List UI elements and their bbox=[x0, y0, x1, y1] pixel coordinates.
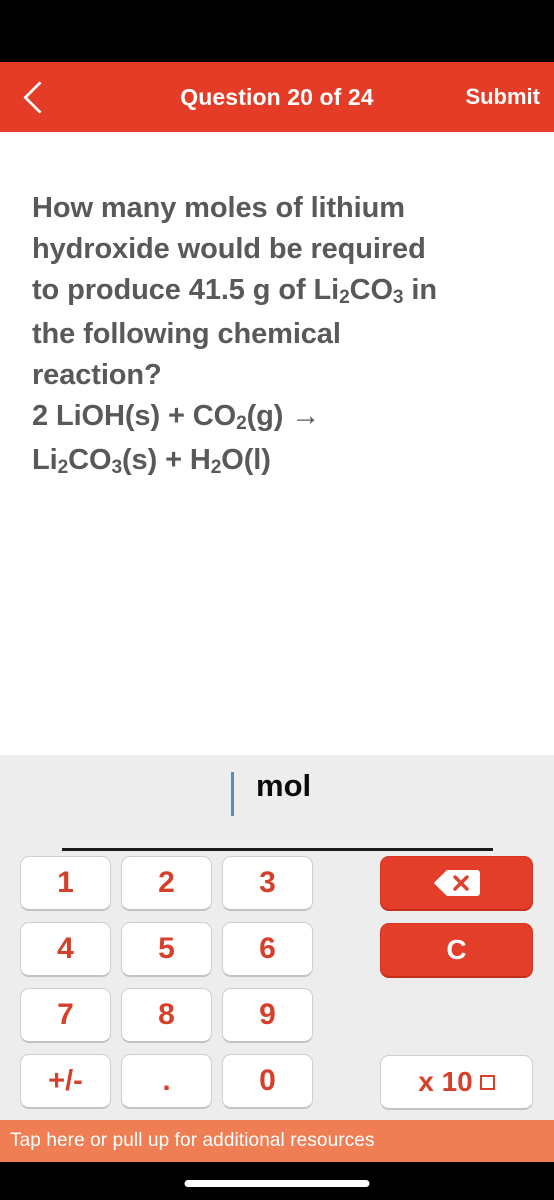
home-indicator-area bbox=[0, 1162, 554, 1200]
key-5[interactable]: 5 bbox=[121, 922, 212, 977]
app-screen: Question 20 of 24 Submit How many moles … bbox=[0, 0, 554, 1200]
answer-unit-label: mol bbox=[256, 768, 312, 803]
answer-underline bbox=[62, 848, 493, 851]
question-line-2: hydroxide would be required bbox=[32, 233, 426, 265]
additional-resources-bar[interactable]: Tap here or pull up for additional resou… bbox=[0, 1120, 554, 1162]
question-line-4: the following chemical bbox=[32, 318, 341, 350]
key-plus-minus[interactable]: +/- bbox=[20, 1054, 111, 1109]
key-7[interactable]: 7 bbox=[20, 988, 111, 1043]
exponent-placeholder-box bbox=[479, 1074, 495, 1090]
question-text: How many moles of lithium hydroxide woul… bbox=[32, 188, 532, 484]
question-line-1: How many moles of lithium bbox=[32, 192, 405, 224]
equation-line-2: Li2CO3(s) + H2O(l) bbox=[32, 444, 271, 479]
additional-resources-label: Tap here or pull up for additional resou… bbox=[10, 1130, 375, 1151]
key-8[interactable]: 8 bbox=[121, 988, 212, 1043]
header-bar: Question 20 of 24 Submit bbox=[0, 62, 554, 132]
answer-input-row[interactable]: mol bbox=[0, 755, 554, 855]
key-4[interactable]: 4 bbox=[20, 922, 111, 977]
key-0[interactable]: 0 bbox=[222, 1054, 313, 1109]
key-1[interactable]: 1 bbox=[20, 856, 111, 911]
exponent-label: x 10 bbox=[418, 1066, 473, 1097]
status-bar bbox=[0, 0, 554, 62]
clear-button[interactable]: C bbox=[380, 923, 533, 978]
keypad-panel: mol 1 2 3 4 5 6 7 8 9 +/-. 0 C x 10 bbox=[0, 755, 554, 1120]
exponent-button[interactable]: x 10 bbox=[380, 1055, 533, 1110]
equation-line-1: 2 LiOH(s) + CO2(g) → bbox=[32, 400, 321, 435]
key-6[interactable]: 6 bbox=[222, 922, 313, 977]
text-caret bbox=[231, 772, 234, 816]
key-3[interactable]: 3 bbox=[222, 856, 313, 911]
question-line-5: reaction? bbox=[32, 359, 162, 391]
backspace-icon bbox=[433, 870, 480, 896]
key-9[interactable]: 9 bbox=[222, 988, 313, 1043]
backspace-button[interactable] bbox=[380, 856, 533, 911]
key-2[interactable]: 2 bbox=[121, 856, 212, 911]
home-indicator bbox=[184, 1180, 370, 1187]
submit-button[interactable]: Submit bbox=[465, 62, 540, 132]
question-line-3: to produce 41.5 g of Li2CO3 in bbox=[32, 274, 437, 309]
key-decimal[interactable]: . bbox=[121, 1054, 212, 1109]
